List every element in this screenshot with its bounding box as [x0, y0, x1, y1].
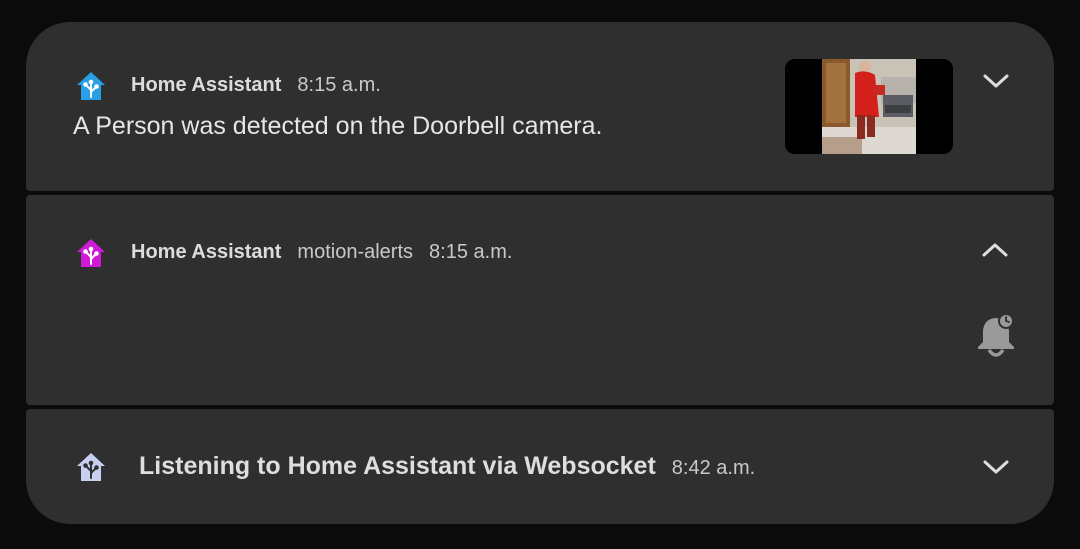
notification-motion-alerts[interactable]: Home Assistant motion-alerts 8:15 a.m.: [26, 195, 1054, 405]
notification-channel: motion-alerts: [297, 241, 414, 263]
notification-time: 8:15 a.m.: [429, 241, 513, 263]
notification-time: 8:15 a.m.: [297, 74, 381, 96]
notification-doorbell-person[interactable]: Home Assistant 8:15 a.m. A Person was de…: [26, 22, 1054, 191]
home-assistant-icon: [74, 69, 108, 103]
chevron-down-icon[interactable]: [980, 451, 1012, 483]
notification-title-row: Listening to Home Assistant via Websocke…: [139, 452, 755, 481]
notification-header: Home Assistant motion-alerts 8:15 a.m.: [131, 241, 512, 264]
app-name: Home Assistant: [131, 241, 282, 263]
notification-time: 8:42 a.m.: [671, 457, 756, 479]
notification-title: Listening to Home Assistant via Websocke…: [139, 452, 656, 480]
chevron-down-icon[interactable]: [980, 65, 1012, 97]
notification-websocket-status[interactable]: Listening to Home Assistant via Websocke…: [26, 409, 1054, 524]
chevron-up-icon[interactable]: [979, 234, 1011, 266]
home-assistant-icon: [74, 236, 108, 270]
app-name: Home Assistant: [131, 74, 282, 96]
snooze-bell-icon[interactable]: [974, 312, 1018, 358]
camera-snapshot-thumbnail[interactable]: [785, 59, 953, 154]
notification-header: Home Assistant 8:15 a.m.: [131, 74, 381, 97]
notification-message: A Person was detected on the Doorbell ca…: [73, 112, 603, 140]
home-assistant-icon: [74, 450, 108, 484]
notification-shade: Home Assistant 8:15 a.m. A Person was de…: [26, 22, 1054, 524]
